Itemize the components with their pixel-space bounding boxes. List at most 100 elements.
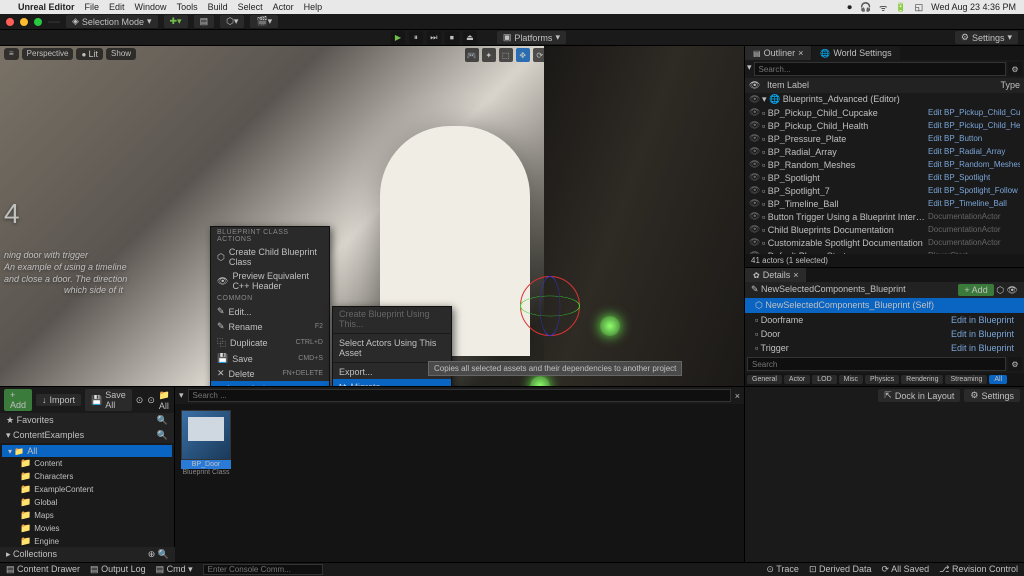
settings-button[interactable]: ⚙ Settings ▾ (955, 31, 1018, 44)
menu-select[interactable]: Select (238, 2, 263, 12)
level-viewport[interactable]: ≡ Perspective ● Lit Show 🎮 ✦ ⬚ ✥ ⟳ ⤢ 🌐 ⊞… (0, 46, 744, 386)
outliner-search[interactable] (754, 62, 1006, 76)
headphones-icon[interactable]: 🎧 (860, 2, 871, 13)
outliner-options-icon[interactable]: ⚙ (1008, 62, 1022, 76)
ctx-migrate[interactable]: ↪ Migrate... (333, 379, 451, 386)
game-view-icon[interactable]: 🎮 (465, 48, 479, 62)
ctx-save[interactable]: 💾 SaveCMD+S (211, 351, 329, 366)
cb-save-all-button[interactable]: 💾 Save All (85, 389, 132, 411)
traffic-close[interactable] (6, 18, 14, 26)
tree-folder[interactable]: 📁 Movies (2, 522, 172, 535)
revision-control-button[interactable]: ⎇ Revision Control (939, 564, 1018, 575)
content-drawer-button[interactable]: ▤ Content Drawer (6, 564, 80, 575)
outliner-row[interactable]: 👁▫ BP_Spotlight_7Edit BP_Spotlight_Follo… (745, 184, 1024, 197)
ctx-duplicate[interactable]: ⿻ DuplicateCTRL+D (211, 334, 329, 351)
asset-bp-door[interactable]: BP_Door Blueprint Class (181, 410, 231, 476)
bookmark-icon[interactable]: ✦ (482, 48, 496, 62)
content-examples-header[interactable]: ▾ ContentExamples (6, 430, 84, 441)
blueprints-button[interactable]: ⬡▾ (220, 15, 244, 28)
tree-folder[interactable]: 📁 Content (2, 457, 172, 470)
search-icon[interactable]: 🔍 (157, 415, 168, 426)
ctx-delete[interactable]: ✕ DeleteFN+DELETE (211, 366, 329, 381)
console-input[interactable] (203, 564, 323, 575)
details-root-component[interactable]: ⬡ NewSelectedComponents_Blueprint (Self) (755, 300, 934, 311)
component-doorframe[interactable]: ▫ Doorframe (755, 315, 803, 325)
world-settings-tab[interactable]: 🌐 World Settings (812, 46, 899, 60)
filter-chip[interactable]: Rendering (901, 375, 943, 384)
ctx-select-actors-using[interactable]: Select Actors Using This Asset (333, 336, 451, 360)
collections-header[interactable]: ▸ Collections (6, 549, 57, 560)
ctx-asset-actions[interactable]: ▸ Asset Actions▸ (211, 381, 329, 386)
outliner-row[interactable]: 👁▫ BP_SpotlightEdit BP_Spotlight (745, 171, 1024, 184)
cb-history-back[interactable]: ⊙ (136, 395, 144, 406)
ctx-create-child-bp[interactable]: ⬡ Create Child Blueprint Class (211, 245, 329, 269)
transform-gizmo[interactable] (520, 276, 580, 336)
filter-chip[interactable]: Actor (784, 375, 810, 384)
tree-folder[interactable]: 📁 ExampleContent (2, 483, 172, 496)
component-trigger[interactable]: ▫ Trigger (755, 343, 789, 353)
outliner-row[interactable]: 👁▫ BP_Radial_ArrayEdit BP_Radial_Array (745, 145, 1024, 158)
filter-chip[interactable]: All (989, 375, 1007, 384)
details-options-icon[interactable]: ⚙ (1008, 357, 1022, 371)
derived-data-button[interactable]: ⊡ Derived Data (809, 564, 872, 575)
menu-build[interactable]: Build (208, 2, 228, 12)
eject-button[interactable]: ⏏ (463, 31, 477, 45)
type-column[interactable]: Type (1000, 80, 1020, 91)
show-dropdown[interactable]: Show (106, 48, 136, 60)
obs-icon[interactable]: ⏺ (847, 2, 852, 13)
cb-history-fwd[interactable]: ⊙ (147, 395, 155, 406)
component-door[interactable]: ▫ Door (755, 329, 780, 339)
cb-path-button[interactable]: 📁 All (159, 390, 170, 411)
cb-search[interactable] (188, 389, 731, 402)
menu-edit[interactable]: Edit (109, 2, 125, 12)
outliner-row[interactable]: 👁▫ BP_Pickup_Child_CupcakeEdit BP_Pickup… (745, 106, 1024, 119)
save-button[interactable] (48, 21, 60, 23)
close-icon[interactable]: × (798, 48, 803, 58)
marketplace-button[interactable]: ▤ (194, 15, 215, 28)
filter-icon[interactable]: ▾ (747, 62, 752, 76)
edit-in-blueprint-link[interactable]: Edit in Blueprint (951, 343, 1014, 353)
ctx-edit[interactable]: ✎ Edit... (211, 304, 329, 319)
details-tab[interactable]: ✿ Details × (745, 268, 806, 282)
trace-button[interactable]: ⊙ Trace (766, 564, 799, 575)
favorites-header[interactable]: ★ Favorites (6, 415, 54, 426)
lit-dropdown[interactable]: ● Lit (76, 48, 103, 60)
filter-chip[interactable]: Misc (839, 375, 863, 384)
outliner-tab[interactable]: ▤ Outliner × (745, 46, 811, 60)
clock[interactable]: Wed Aug 23 4:36 PM (931, 2, 1016, 12)
ctx-rename[interactable]: ✎ RenameF2 (211, 319, 329, 334)
app-name[interactable]: Unreal Editor (18, 2, 75, 12)
filter-chip[interactable]: Physics (865, 375, 899, 384)
battery-icon[interactable]: 🔋 (895, 2, 906, 13)
traffic-min[interactable] (20, 18, 28, 26)
tree-all[interactable]: ▾ 📁 All (2, 445, 172, 457)
outliner-row[interactable]: 👁▫ Button Trigger Using a Blueprint Inte… (745, 210, 1024, 223)
output-log-button[interactable]: ▤ Output Log (90, 564, 146, 575)
outliner-world-row[interactable]: 👁▾ 🌐 Blueprints_Advanced (Editor) (745, 93, 1024, 106)
viewport-menu[interactable]: ≡ (4, 48, 19, 60)
outliner-row[interactable]: 👁▫ Child Blueprints DocumentationDocumen… (745, 223, 1024, 236)
tree-folder[interactable]: 📁 Global (2, 496, 172, 509)
menu-help[interactable]: Help (304, 2, 323, 12)
play-button[interactable]: ▶ (391, 31, 405, 45)
control-center-icon[interactable]: ◱ (915, 2, 924, 13)
item-label-column[interactable]: Item Label (767, 80, 1000, 91)
traffic-max[interactable] (34, 18, 42, 26)
tree-folder[interactable]: 📁 Maps (2, 509, 172, 522)
cb-settings-button[interactable]: ⚙ Settings (964, 389, 1020, 402)
cb-filter-button[interactable]: ▾ (179, 390, 184, 401)
dock-in-layout-button[interactable]: ⇱ Dock in Layout (878, 389, 960, 402)
menu-tools[interactable]: Tools (177, 2, 198, 12)
outliner-row[interactable]: 👁▫ BP_Pressure_PlateEdit BP_Button (745, 132, 1024, 145)
menu-actor[interactable]: Actor (273, 2, 294, 12)
translate-tool-icon[interactable]: ✥ (516, 48, 530, 62)
filter-chip[interactable]: Streaming (945, 375, 987, 384)
cb-import-button[interactable]: ↓ Import (36, 394, 81, 406)
filter-chip[interactable]: LOD (812, 375, 836, 384)
outliner-row[interactable]: 👁▫ Customizable Spotlight DocumentationD… (745, 236, 1024, 249)
pause-button[interactable]: ⏸ (409, 31, 423, 45)
edit-in-blueprint-link[interactable]: Edit in Blueprint (951, 315, 1014, 325)
selection-mode-button[interactable]: ◈ Selection Mode ▾ (66, 15, 158, 28)
add-content-button[interactable]: ✚▾ (164, 15, 188, 28)
skip-button[interactable]: ⏭ (427, 31, 441, 45)
